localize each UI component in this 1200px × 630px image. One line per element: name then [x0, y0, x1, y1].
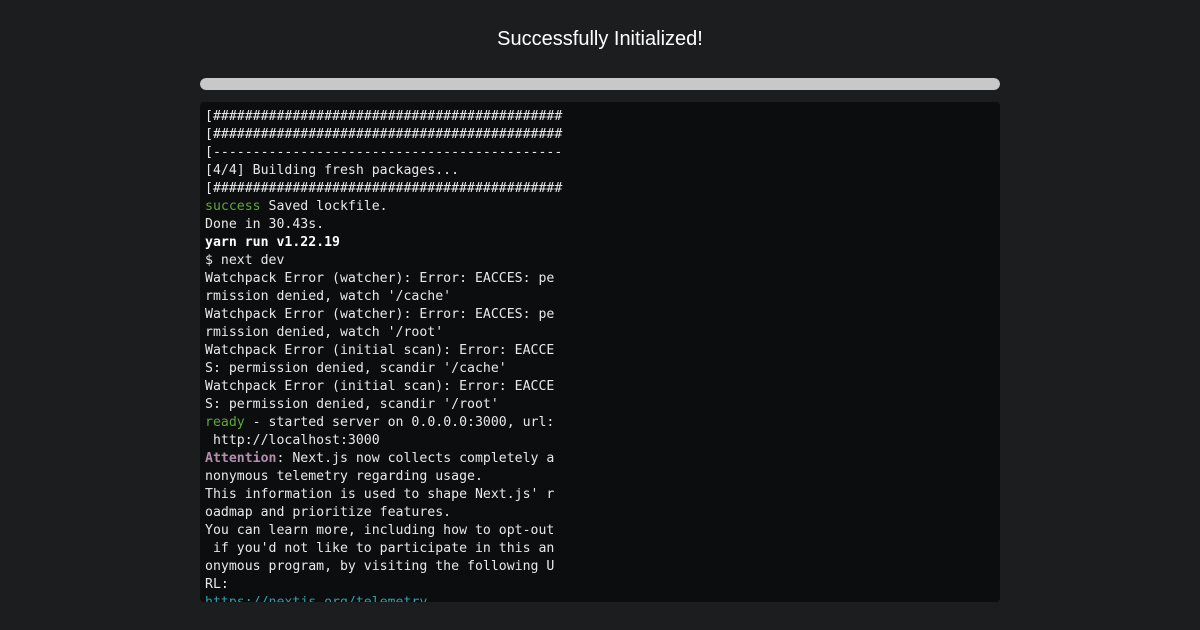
terminal-line: Watchpack Error (watcher): Error: EACCES… — [205, 306, 565, 324]
terminal-text: Watchpack Error (watcher): Error: EACCES… — [205, 307, 555, 322]
status-keyword: ready — [205, 415, 245, 430]
terminal-text: RL: — [205, 577, 229, 592]
terminal-text: [#######################################… — [205, 109, 563, 124]
terminal-text: onymous program, by visiting the followi… — [205, 559, 555, 574]
terminal-text: S: permission denied, scandir '/root' — [205, 397, 499, 412]
terminal-text: rmission denied, watch '/cache' — [205, 289, 452, 304]
terminal-text: [#######################################… — [205, 127, 563, 142]
terminal-line: ready - started server on 0.0.0.0:3000, … — [205, 414, 565, 432]
terminal-text: Done in 30.43s. — [205, 217, 325, 232]
terminal-line: [#######################################… — [205, 180, 565, 198]
terminal-line: rmission denied, watch '/root' — [205, 324, 565, 342]
terminal-text: Watchpack Error (initial scan): Error: E… — [205, 379, 555, 394]
terminal-line: rmission denied, watch '/cache' — [205, 288, 565, 306]
terminal-text: Watchpack Error (watcher): Error: EACCES… — [205, 271, 555, 286]
terminal-text: rmission denied, watch '/root' — [205, 325, 444, 340]
terminal-line: This information is used to shape Next.j… — [205, 486, 565, 504]
terminal-line: http://localhost:3000 — [205, 432, 565, 450]
terminal-line: yarn run v1.22.19 — [205, 234, 565, 252]
page-title: Successfully Initialized! — [497, 28, 703, 50]
terminal-text: [#######################################… — [205, 181, 563, 196]
terminal-output[interactable]: [#######################################… — [200, 102, 1000, 602]
terminal-text: You can learn more, including how to opt… — [205, 523, 555, 538]
terminal-line: [#######################################… — [205, 108, 565, 126]
terminal-line: [---------------------------------------… — [205, 144, 565, 162]
terminal-line: S: permission denied, scandir '/root' — [205, 396, 565, 414]
status-keyword: success — [205, 199, 261, 214]
terminal-line: Watchpack Error (initial scan): Error: E… — [205, 378, 565, 396]
page: Successfully Initialized! [#############… — [0, 0, 1200, 630]
terminal-text: Saved lockfile. — [260, 199, 388, 214]
terminal-text: [---------------------------------------… — [205, 145, 563, 160]
attention-label: Attention — [205, 451, 277, 466]
terminal-lines: [#######################################… — [205, 108, 565, 602]
terminal-line: You can learn more, including how to opt… — [205, 522, 565, 540]
terminal-text: Watchpack Error (initial scan): Error: E… — [205, 343, 555, 358]
terminal-line: nonymous telemetry regarding usage. — [205, 468, 565, 486]
terminal-line: Attention: Next.js now collects complete… — [205, 450, 565, 468]
terminal-text: [4/4] Building fresh packages... — [205, 163, 460, 178]
terminal-text: : Next.js now collects completely a — [276, 451, 555, 466]
progress-bar — [200, 78, 1000, 90]
terminal-line: RL: — [205, 576, 565, 594]
terminal-line: Watchpack Error (initial scan): Error: E… — [205, 342, 565, 360]
terminal-text: - started server on 0.0.0.0:3000, url: — [244, 415, 555, 430]
terminal-line: Done in 30.43s. — [205, 216, 565, 234]
terminal-line: S: permission denied, scandir '/cache' — [205, 360, 565, 378]
terminal-line: oadmap and prioritize features. — [205, 504, 565, 522]
telemetry-link[interactable]: https://nextjs.org/telemetry — [205, 595, 427, 602]
terminal-line: [#######################################… — [205, 126, 565, 144]
terminal-line: success Saved lockfile. — [205, 198, 565, 216]
terminal-text: oadmap and prioritize features. — [205, 505, 452, 520]
progress-bar-fill — [200, 78, 1000, 90]
terminal-line: $ next dev — [205, 252, 565, 270]
terminal-line: if you'd not like to participate in this… — [205, 540, 565, 558]
terminal-line: [4/4] Building fresh packages... — [205, 162, 565, 180]
terminal-text: $ next dev — [205, 253, 285, 268]
terminal-line: Watchpack Error (watcher): Error: EACCES… — [205, 270, 565, 288]
terminal-text: if you'd not like to participate in this… — [205, 541, 555, 556]
terminal-text: S: permission denied, scandir '/cache' — [205, 361, 507, 376]
terminal-text: http://localhost:3000 — [205, 433, 380, 448]
terminal-text: nonymous telemetry regarding usage. — [205, 469, 483, 484]
yarn-version: yarn run v1.22.19 — [205, 235, 340, 250]
terminal-line: onymous program, by visiting the followi… — [205, 558, 565, 576]
terminal-text: This information is used to shape Next.j… — [205, 487, 555, 502]
terminal-line: https://nextjs.org/telemetry — [205, 594, 565, 602]
